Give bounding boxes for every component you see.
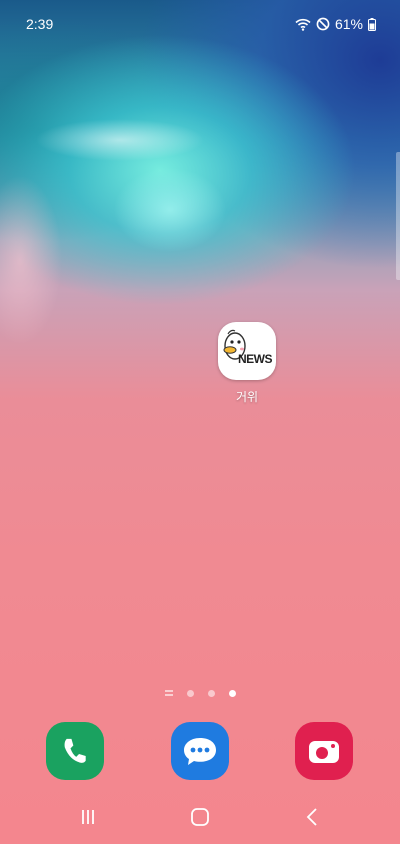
home-icon[interactable] — [180, 804, 220, 830]
battery-icon — [368, 17, 376, 31]
app-label: 거위 — [235, 390, 259, 404]
app-badge-text: NEWS — [238, 352, 273, 366]
edge-panel-handle[interactable] — [396, 152, 400, 280]
home-page-lines-icon — [164, 690, 173, 696]
wallpaper-highlight — [0, 0, 400, 844]
dock — [0, 722, 400, 782]
messages-icon[interactable] — [171, 722, 229, 780]
wifi-icon — [295, 18, 311, 31]
status-time: 2:39 — [26, 16, 54, 32]
do-not-disturb-icon — [316, 17, 330, 31]
status-bar: 2:39 61% — [0, 0, 400, 48]
page-dot — [207, 689, 215, 697]
page-dot — [186, 689, 194, 697]
back-icon[interactable] — [292, 804, 332, 830]
navigation-bar — [0, 792, 400, 844]
status-icons: 61% — [295, 16, 376, 32]
phone-icon[interactable] — [46, 722, 104, 780]
page-indicator[interactable] — [0, 688, 400, 698]
battery-percent: 61% — [334, 16, 363, 32]
recent-apps-icon[interactable] — [68, 804, 108, 830]
app-goose-news[interactable]: NEWS 거위 — [218, 322, 276, 405]
goose-news-icon[interactable]: NEWS — [218, 322, 276, 380]
page-dot-active — [228, 689, 236, 697]
camera-icon[interactable] — [295, 722, 353, 780]
